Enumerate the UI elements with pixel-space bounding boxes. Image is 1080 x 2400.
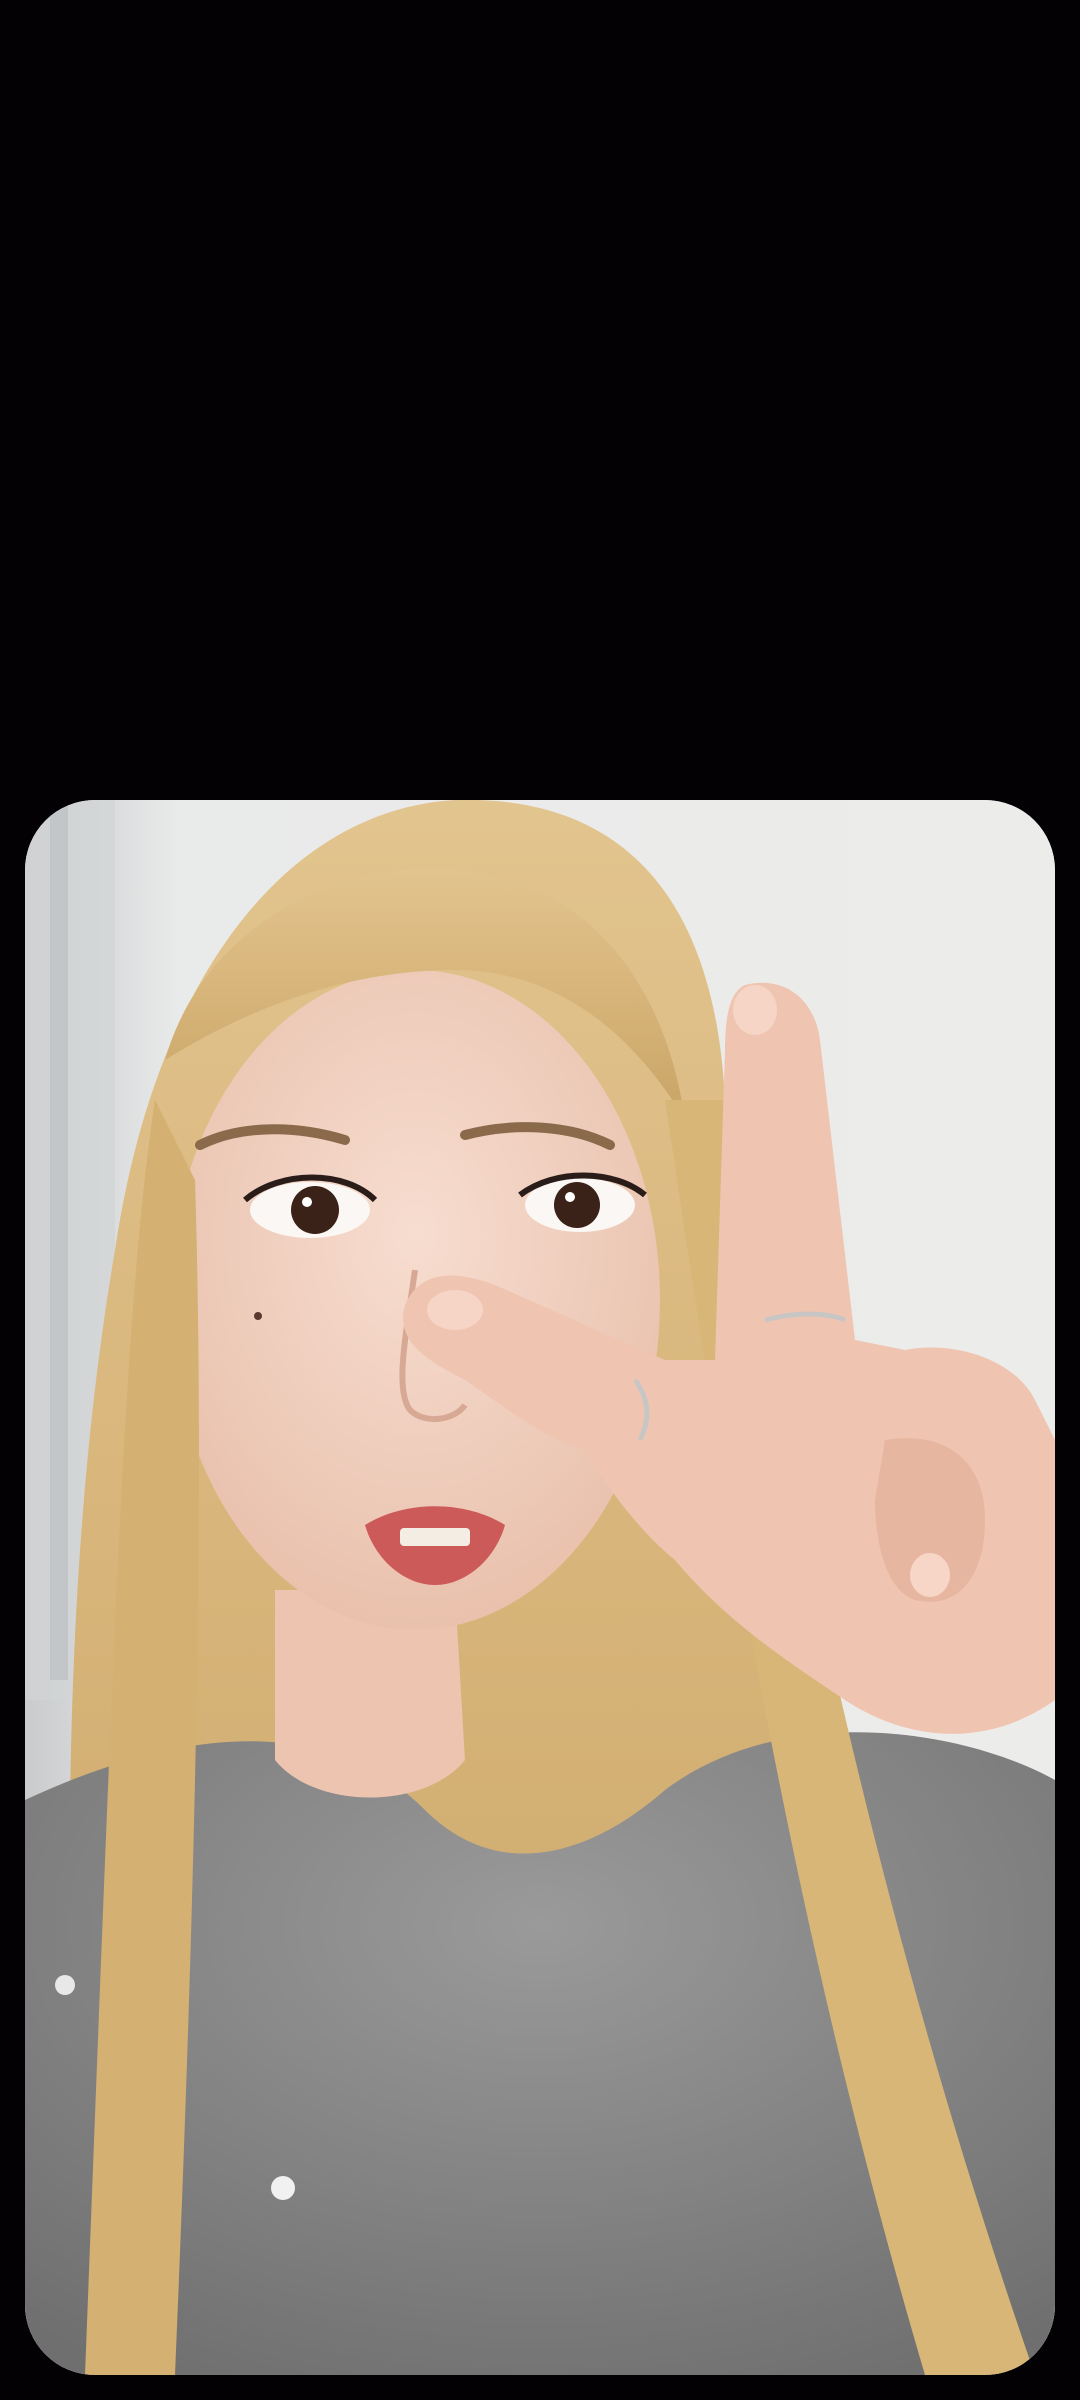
sweater-gem (55, 1975, 75, 1995)
selfie-photo-illustration (25, 800, 1055, 2375)
sweater-gem (271, 2176, 295, 2200)
beauty-mark (254, 1312, 262, 1320)
app-screen (0, 0, 1080, 2400)
selfie-photo[interactable] (25, 800, 1055, 2375)
